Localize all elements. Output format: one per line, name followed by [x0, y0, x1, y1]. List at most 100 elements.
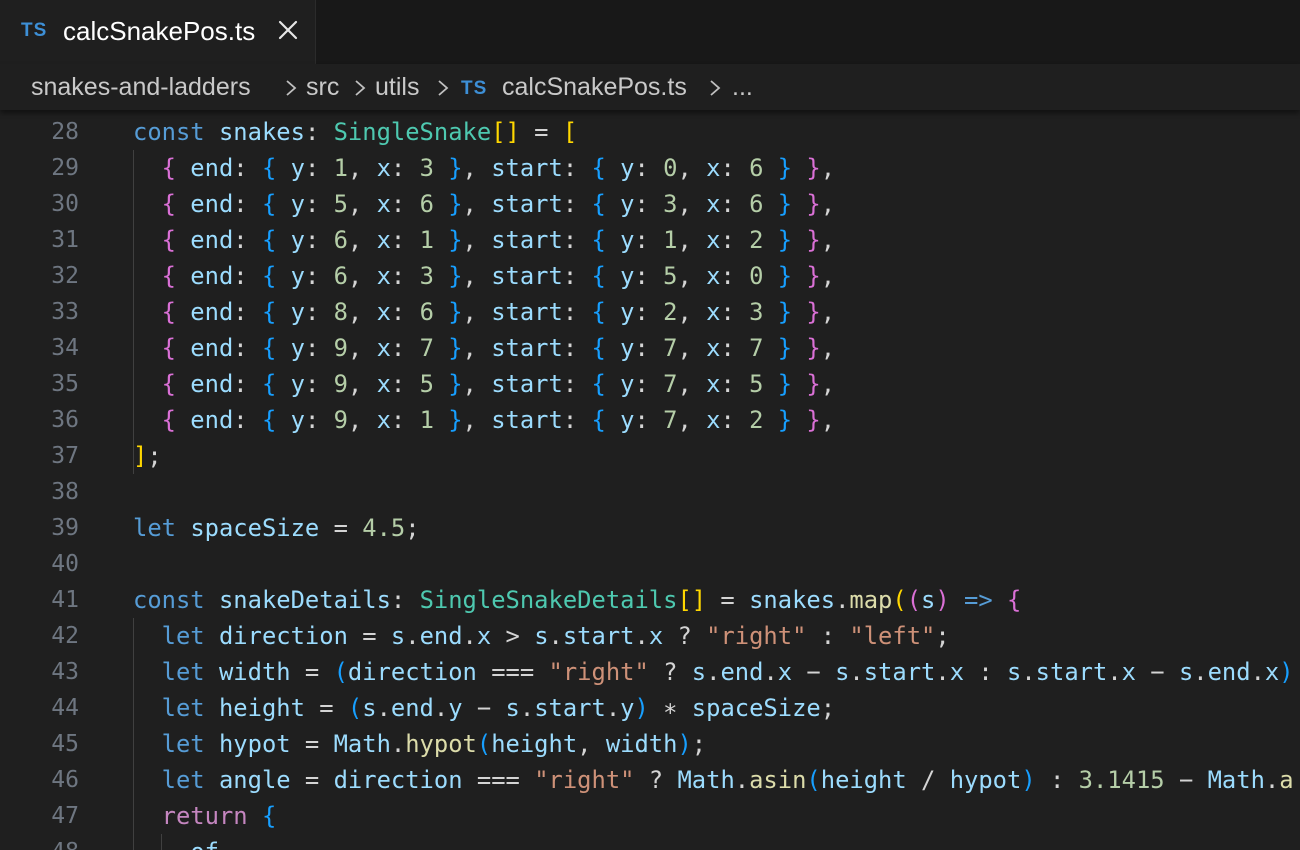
code-token: start	[562, 622, 635, 650]
code-line[interactable]: 47 return {	[0, 798, 1300, 834]
code-token: =	[290, 730, 334, 758]
code-token: end	[175, 370, 234, 398]
code-token: SingleSnakeDetails	[419, 586, 678, 614]
code-token: )	[1021, 766, 1036, 794]
code-token: width	[218, 658, 291, 686]
code-line[interactable]: 42 let direction = s.end.x > s.start.x ?…	[0, 618, 1300, 654]
breadcrumb-item-project[interactable]: snakes-and-ladders	[31, 73, 251, 102]
code-line[interactable]: 29 { end: { y: 1, x: 3 }, start: { y: 0,…	[0, 150, 1300, 186]
code-token: 5	[333, 190, 348, 218]
code-token: s	[505, 694, 520, 722]
code-line[interactable]: 34 { end: { y: 9, x: 7 }, start: { y: 7,…	[0, 330, 1300, 366]
code-token: ]	[133, 442, 148, 470]
code-token: :	[233, 154, 262, 182]
code-token: y	[276, 190, 305, 218]
code-token: }	[777, 298, 793, 326]
code-token: ;	[691, 730, 707, 758]
code-token: }	[448, 298, 463, 326]
code-token: ,	[347, 262, 377, 290]
breadcrumb-item-utils[interactable]: utils	[375, 73, 419, 102]
code-token: {	[261, 370, 277, 398]
code-line[interactable]: 46 let angle = direction === "right" ? M…	[0, 762, 1300, 798]
code-line[interactable]: 31 { end: { y: 6, x: 1 }, start: { y: 1,…	[0, 222, 1300, 258]
code-token: ,	[347, 370, 377, 398]
code-line[interactable]: 38	[0, 474, 1300, 510]
code-token: {	[591, 334, 606, 362]
code-line[interactable]: 33 { end: { y: 8, x: 6 }, start: { y: 2,…	[0, 294, 1300, 330]
code-token: {	[261, 190, 277, 218]
code-token: {	[261, 802, 277, 830]
close-icon[interactable]	[276, 18, 300, 42]
code-token: }	[448, 190, 463, 218]
code-token: 9	[333, 406, 348, 434]
code-token: start	[491, 334, 563, 362]
breadcrumb-item-more[interactable]: ...	[732, 73, 753, 102]
code-token: ,	[677, 370, 707, 398]
code-line[interactable]: 48 of	[0, 834, 1300, 850]
code-token: )	[1279, 658, 1294, 686]
code-token: {	[591, 298, 606, 326]
line-number: 32	[51, 263, 79, 289]
code-line[interactable]: 32 { end: { y: 6, x: 3 }, start: { y: 5,…	[0, 258, 1300, 294]
code-token: y	[605, 370, 635, 398]
code-line[interactable]: 30 { end: { y: 5, x: 6 }, start: { y: 3,…	[0, 186, 1300, 222]
code-token: :	[720, 370, 750, 398]
code-token: }	[806, 154, 821, 182]
line-number: 47	[51, 803, 79, 829]
code-token: .	[405, 622, 420, 650]
code-token: direction	[218, 622, 348, 650]
code-token: y	[605, 262, 635, 290]
code-token: ,	[462, 298, 492, 326]
code-token: y	[605, 190, 635, 218]
tab-calcsnakepos[interactable]: TS calcSnakePos.ts	[0, 0, 316, 64]
code-token: (	[476, 730, 492, 758]
code-line[interactable]: 39 let spaceSize = 4.5;	[0, 510, 1300, 546]
code-token: =	[347, 622, 391, 650]
code-token: x	[706, 262, 721, 290]
code-token: y	[276, 406, 305, 434]
code-token: 7	[663, 370, 678, 398]
code-token: :	[562, 334, 592, 362]
code-token: .	[1250, 658, 1265, 686]
code-token: start	[491, 262, 563, 290]
code-token: :	[562, 154, 592, 182]
code-editor[interactable]: 28 const snakes: SingleSnake[] = [29 { en…	[0, 110, 1300, 850]
code-line[interactable]: 41 const snakeDetails: SingleSnakeDetails…	[0, 582, 1300, 618]
code-token: 3.1415	[1078, 766, 1165, 794]
code-token: :	[634, 262, 664, 290]
code-line[interactable]: 35 { end: { y: 9, x: 5 }, start: { y: 7,…	[0, 366, 1300, 402]
code-token: let	[161, 622, 219, 650]
code-line[interactable]: 36 { end: { y: 9, x: 1 }, start: { y: 7,…	[0, 402, 1300, 438]
code-line[interactable]: 40	[0, 546, 1300, 582]
code-token: :	[390, 406, 420, 434]
code-token: 3	[419, 154, 434, 182]
code-token: 0	[749, 262, 764, 290]
code-line[interactable]: 44 let height = (s.end.y − s.start.y) ∗ …	[0, 690, 1300, 726]
code-token: }	[806, 226, 821, 254]
breadcrumb-item-file[interactable]: calcSnakePos.ts	[502, 73, 687, 102]
code-token: snakes	[749, 586, 836, 614]
code-line[interactable]: 45 let hypot = Math.hypot(height, width)…	[0, 726, 1300, 762]
code-token: let	[161, 658, 219, 686]
code-token: :	[562, 262, 592, 290]
code-token: :	[390, 154, 420, 182]
code-token: 7	[663, 334, 678, 362]
code-token: :	[390, 190, 420, 218]
code-line[interactable]: 37];	[0, 438, 1300, 474]
code-token: ,	[462, 370, 492, 398]
code-token: .	[519, 694, 535, 722]
breadcrumb-item-src[interactable]: src	[306, 73, 339, 102]
code-token: :	[634, 226, 664, 254]
code-token: (	[333, 658, 348, 686]
code-token: x	[1264, 658, 1280, 686]
code-token: :	[304, 226, 334, 254]
code-token: {	[261, 334, 277, 362]
line-number: 29	[51, 155, 79, 181]
code-token: ;	[820, 694, 836, 722]
code-line[interactable]: 43 let width = (direction === "right" ? …	[0, 654, 1300, 690]
code-line[interactable]: 28 const snakes: SingleSnake[] = [	[0, 114, 1300, 150]
code-token: 6	[333, 262, 348, 290]
